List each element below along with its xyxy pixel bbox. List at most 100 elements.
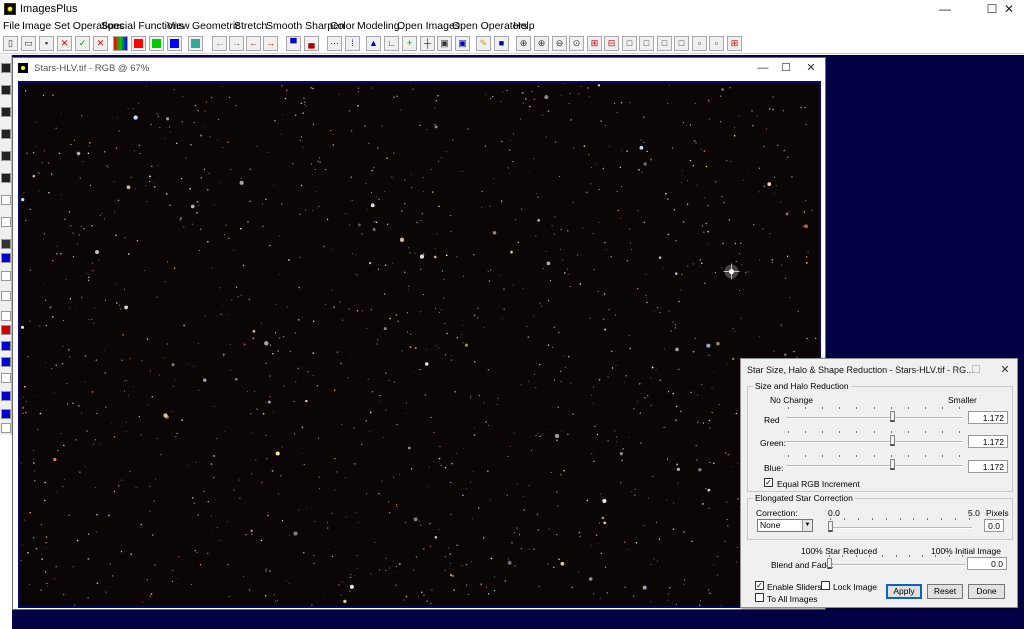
correction-value[interactable]: 0.0 [984, 519, 1004, 532]
green-icon[interactable] [149, 36, 164, 51]
menu-help[interactable]: Help [513, 20, 535, 32]
tool-12-icon[interactable] [1, 291, 11, 301]
save-icon[interactable]: ▪ [39, 36, 54, 51]
box5-icon[interactable]: ▫ [692, 36, 707, 51]
blend-value[interactable]: 0.0 [967, 557, 1007, 570]
image-maximize-button[interactable]: ☐ [773, 60, 799, 76]
crosshair-icon[interactable]: ┼ [420, 36, 435, 51]
zoom-out-icon[interactable]: ⊖ [552, 36, 567, 51]
red-slider[interactable] [786, 411, 962, 425]
dialog-maximize-button[interactable]: ☐ [965, 362, 987, 378]
red-slider-thumb[interactable] [890, 411, 895, 422]
apply-button[interactable]: Apply [886, 584, 922, 599]
green-value[interactable]: 1.172 [968, 435, 1008, 448]
grid-icon[interactable]: ⁞ [345, 36, 360, 51]
box6-icon[interactable]: ▫ [709, 36, 724, 51]
tool-20-icon[interactable] [1, 423, 11, 433]
tool-16-icon[interactable] [1, 357, 11, 367]
tool-6-icon[interactable] [1, 173, 11, 183]
menu-color[interactable]: Color [330, 20, 355, 32]
green-slider[interactable] [786, 435, 962, 449]
red-icon[interactable] [131, 36, 146, 51]
close-all-icon[interactable]: ✕ [93, 36, 108, 51]
star [420, 268, 422, 270]
open-icon[interactable]: ▭ [21, 36, 36, 51]
arrow-left-red-icon[interactable]: ← [246, 36, 261, 51]
equal-rgb-checkbox[interactable]: ✓ [764, 478, 773, 487]
dialog-close-button[interactable]: ✕ [994, 362, 1016, 378]
tool-10-icon[interactable] [1, 253, 11, 263]
box1-icon[interactable]: □ [622, 36, 637, 51]
tool-2-icon[interactable] [1, 85, 11, 95]
new-icon[interactable]: ▯ [3, 36, 18, 51]
tool-19-icon[interactable] [1, 409, 11, 419]
tool-14-icon[interactable] [1, 325, 11, 335]
pencil-icon[interactable]: ✎ [476, 36, 491, 51]
tool-17-icon[interactable] [1, 373, 11, 383]
zoom-red-icon[interactable]: ⊞ [587, 36, 602, 51]
box-grid-icon[interactable]: ⊞ [727, 36, 742, 51]
close-button[interactable]: ✕ [994, 0, 1024, 19]
tool-18-icon[interactable] [1, 391, 11, 401]
blue-icon[interactable] [167, 36, 182, 51]
blue-slider[interactable] [786, 459, 962, 473]
tool-5-icon[interactable] [1, 151, 11, 161]
arrow-left-icon[interactable]: ← [212, 36, 227, 51]
zoom-in-icon[interactable]: ⊕ [534, 36, 549, 51]
chevron-down-icon[interactable]: ▼ [802, 520, 812, 531]
correction-slider-thumb[interactable] [828, 521, 833, 532]
axes-icon[interactable]: ∟ [384, 36, 399, 51]
close-icon[interactable]: ✕ [57, 36, 72, 51]
menu-open-images[interactable]: Open Images [397, 20, 460, 32]
tool-8-icon[interactable] [1, 217, 11, 227]
box4-icon[interactable]: □ [674, 36, 689, 51]
tool-4-icon[interactable] [1, 129, 11, 139]
frame-blue-icon[interactable]: ▣ [455, 36, 470, 51]
plus-icon[interactable]: + [402, 36, 417, 51]
blend-slider[interactable] [827, 558, 965, 572]
to-all-images-checkbox[interactable] [755, 593, 764, 602]
tool-9-icon[interactable] [1, 239, 11, 249]
tool-7-icon[interactable] [1, 195, 11, 205]
correction-select[interactable]: None ▼ [757, 519, 813, 532]
align-top-icon[interactable]: ▀ [286, 36, 301, 51]
menu-modeling[interactable]: Modeling [357, 20, 400, 32]
arrow-right-red-icon[interactable]: → [263, 36, 278, 51]
lock-image-checkbox[interactable] [821, 581, 830, 590]
frame-icon[interactable]: ▣ [437, 36, 452, 51]
tool-3-icon[interactable] [1, 107, 11, 117]
check-icon[interactable]: ✓ [75, 36, 90, 51]
menu-stretch[interactable]: Stretch [234, 20, 267, 32]
align-bottom-icon[interactable]: ▄ [304, 36, 319, 51]
arrow-right-icon[interactable]: → [229, 36, 244, 51]
stop-icon[interactable]: ■ [494, 36, 509, 51]
zoom-fit-icon[interactable]: ⊙ [569, 36, 584, 51]
channel-icon[interactable] [188, 36, 203, 51]
dots-icon[interactable]: ⋯ [327, 36, 342, 51]
tool-15-icon[interactable] [1, 341, 11, 351]
box3-icon[interactable]: □ [657, 36, 672, 51]
red-value[interactable]: 1.172 [968, 411, 1008, 424]
menu-file[interactable]: File [3, 20, 20, 32]
done-button[interactable]: Done [968, 584, 1005, 599]
tool-11-icon[interactable] [1, 271, 11, 281]
rgb-icon[interactable] [113, 36, 128, 51]
histogram-icon[interactable]: ▲ [366, 36, 381, 51]
star-image[interactable] [18, 81, 821, 608]
zoom-minus-icon[interactable]: ⊟ [604, 36, 619, 51]
box2-icon[interactable]: □ [639, 36, 654, 51]
minimize-button[interactable]: — [930, 0, 960, 19]
blend-slider-thumb[interactable] [827, 558, 832, 569]
star [157, 115, 160, 118]
reset-button[interactable]: Reset [927, 584, 963, 599]
enable-sliders-checkbox[interactable]: ✓ [755, 581, 764, 590]
tool-13-icon[interactable] [1, 311, 11, 321]
menu-view[interactable]: View [167, 20, 190, 32]
correction-slider[interactable] [828, 521, 972, 535]
image-close-button[interactable]: ✕ [798, 60, 824, 76]
green-slider-thumb[interactable] [890, 435, 895, 446]
blue-value[interactable]: 1.172 [968, 460, 1008, 473]
blue-slider-thumb[interactable] [890, 459, 895, 470]
zoom-icon[interactable]: ⊕ [516, 36, 531, 51]
tool-1-icon[interactable] [1, 63, 11, 73]
